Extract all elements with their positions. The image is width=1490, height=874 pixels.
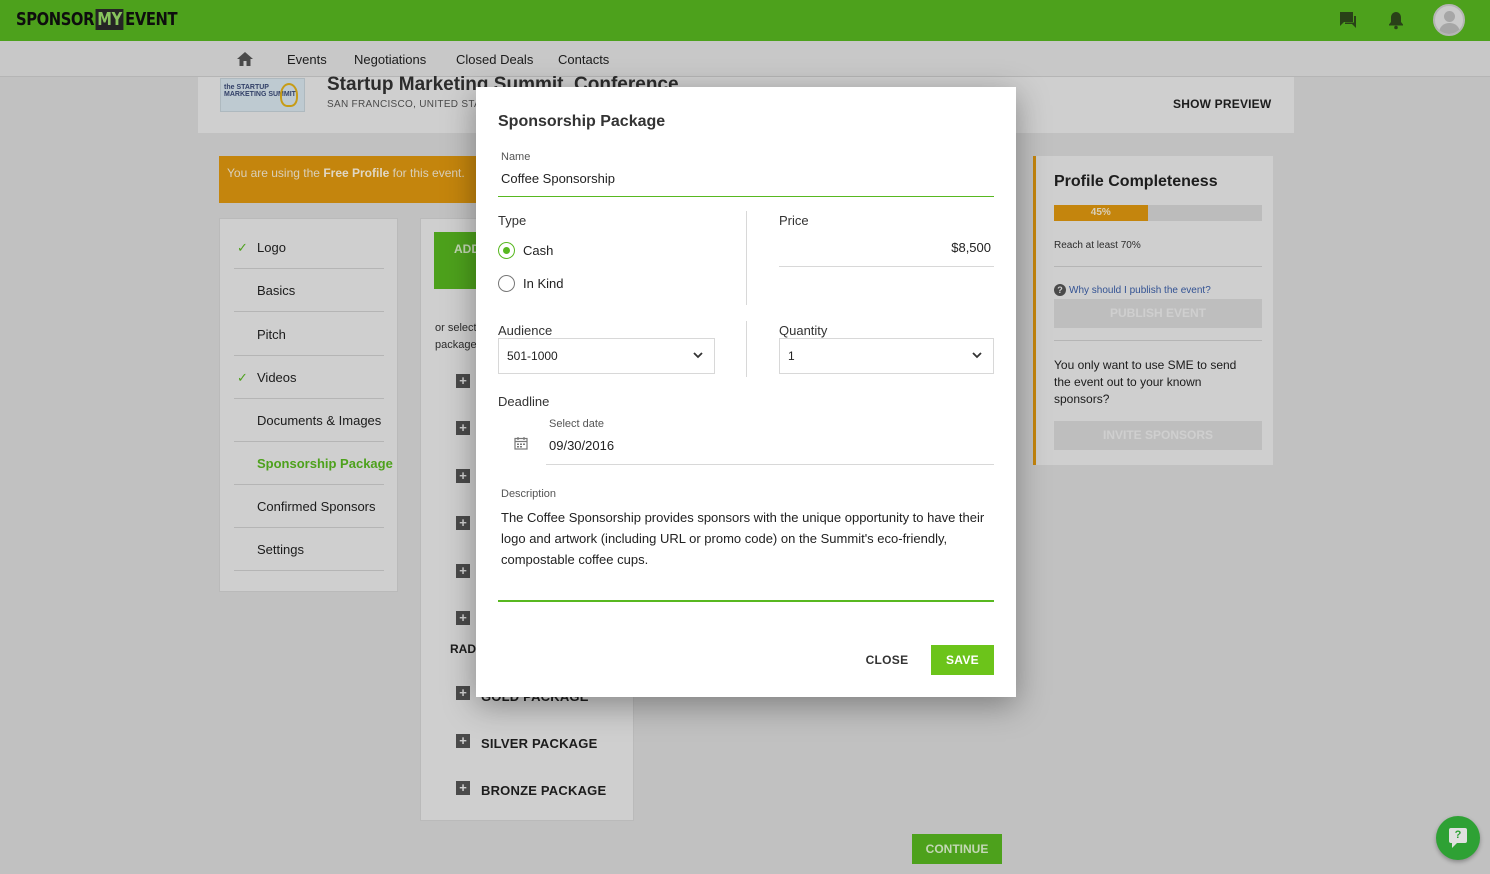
name-underline xyxy=(498,196,994,197)
quantity-label: Quantity xyxy=(779,323,828,338)
radio-cash-label[interactable]: Cash xyxy=(523,243,553,258)
audience-value: 501-1000 xyxy=(507,349,558,363)
sponsorship-package-modal: Sponsorship Package Name Coffee Sponsors… xyxy=(476,87,1016,697)
chevron-down-icon xyxy=(972,352,982,359)
save-button[interactable]: SAVE xyxy=(931,645,994,675)
modal-title: Sponsorship Package xyxy=(498,113,666,130)
type-label: Type xyxy=(498,213,527,228)
close-button[interactable]: CLOSE xyxy=(856,645,918,675)
calendar-icon[interactable] xyxy=(514,436,528,450)
description-textarea[interactable]: The Coffee Sponsorship provides sponsors… xyxy=(501,507,991,570)
quantity-select[interactable]: 1 xyxy=(779,338,994,374)
price-input[interactable]: $8,500 xyxy=(951,240,991,255)
deadline-underline xyxy=(546,464,994,465)
radio-in-kind[interactable] xyxy=(498,275,515,292)
price-underline xyxy=(779,266,994,267)
column-divider xyxy=(746,321,747,377)
quantity-value: 1 xyxy=(788,349,795,363)
radio-cash[interactable] xyxy=(498,242,515,259)
audience-label: Audience xyxy=(498,323,553,338)
description-label: Description xyxy=(501,488,557,500)
chevron-down-icon xyxy=(693,352,703,359)
column-divider xyxy=(746,211,747,305)
description-underline xyxy=(498,600,994,602)
deadline-input[interactable]: 09/30/2016 xyxy=(549,438,614,453)
audience-select[interactable]: 501-1000 xyxy=(498,338,715,374)
price-label: Price xyxy=(779,213,809,228)
name-input[interactable]: Coffee Sponsorship xyxy=(501,171,615,186)
deadline-label: Deadline xyxy=(498,394,550,409)
select-date-label: Select date xyxy=(549,418,605,430)
name-label: Name xyxy=(501,151,531,163)
radio-in-kind-label[interactable]: In Kind xyxy=(523,276,563,291)
